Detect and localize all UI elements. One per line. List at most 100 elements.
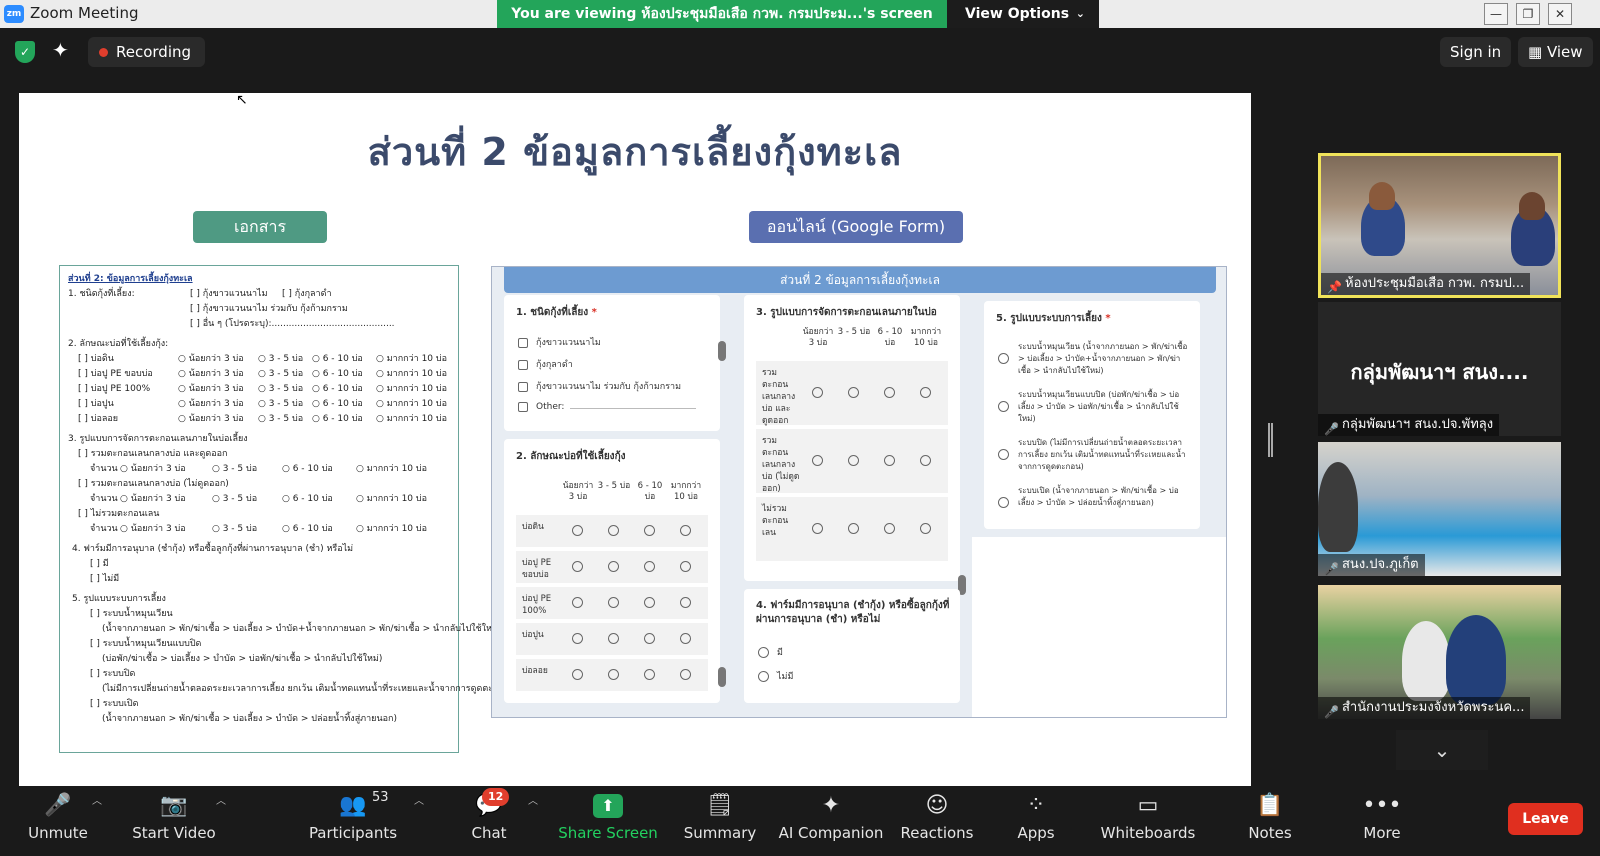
scroll-handle[interactable] <box>718 341 726 361</box>
apps-button[interactable]: ⁘ Apps <box>1008 786 1064 856</box>
gform-card-q4: 4. ฟาร์มมีการอนุบาล (ชำกุ้ง) หรือซื้อลูก… <box>744 589 960 703</box>
gform-checkbox-option[interactable]: กุ้งขาวแวนนาไม ร่วมกับ กุ้งก้ามกราม <box>518 379 681 393</box>
radio-icon[interactable] <box>608 669 619 680</box>
paper-scale-option: ○ น้อยกว่า 3 บ่อ <box>120 464 186 474</box>
gform-radio-option[interactable]: ระบบปิด (ไม่มีการเปลี่ยนถ่ายน้ำตลอดระยะเ… <box>998 437 1188 473</box>
whiteboards-button[interactable]: ▭ Whiteboards <box>1100 786 1196 856</box>
minimize-icon[interactable]: — <box>1484 3 1508 25</box>
radio-icon[interactable] <box>998 401 1009 412</box>
radio-icon[interactable] <box>572 525 583 536</box>
summary-button[interactable]: 🗒 Summary <box>680 786 760 856</box>
video-tile[interactable]: 🎤 สนง.ปจ.ภูเก็ต <box>1318 442 1561 576</box>
radio-icon[interactable] <box>608 597 619 608</box>
gform-checkbox-option[interactable]: กุ้งขาวแวนนาไม <box>518 335 601 349</box>
radio-icon[interactable] <box>998 353 1009 364</box>
unmute-button[interactable]: 🎤 Unmute <box>20 786 96 856</box>
radio-icon[interactable] <box>998 497 1009 508</box>
radio-icon[interactable] <box>680 561 691 572</box>
video-tile-active-speaker[interactable]: 📌 ห้องประชุมมือเสือ กวพ. กรมป... <box>1318 153 1561 298</box>
radio-icon[interactable] <box>608 525 619 536</box>
video-tile-no-video[interactable]: กลุ่มพัฒนาฯ สนง.... 🎤 กลุ่มพัฒนาฯ สนง.ปจ.… <box>1318 302 1561 436</box>
chevron-down-icon[interactable]: ⌄ <box>1396 730 1488 770</box>
radio-icon[interactable] <box>644 597 655 608</box>
paper-q2-row: [ ] บ่อปูน ○ น้อยกว่า 3 บ่อ ○ 3 - 5 บ่อ ○ 6… <box>68 397 450 412</box>
gform-checkbox-option[interactable]: Other: <box>518 401 697 412</box>
radio-icon[interactable] <box>680 597 691 608</box>
panel-resize-handle[interactable] <box>1268 423 1273 457</box>
gform-checkbox-option[interactable]: กุ้งกุลาดำ <box>518 357 573 371</box>
radio-icon[interactable] <box>572 633 583 644</box>
gform-radio-option[interactable]: ระบบน้ำหมุนเวียนแบบปิด (บ่อพัก/ฆ่าเชื้อ … <box>998 389 1188 425</box>
radio-icon[interactable] <box>608 633 619 644</box>
radio-icon[interactable] <box>812 523 823 534</box>
checkbox-icon[interactable] <box>518 337 528 348</box>
leave-button[interactable]: Leave <box>1508 803 1583 835</box>
checkbox-icon[interactable] <box>518 401 528 412</box>
checkbox-icon[interactable] <box>518 359 528 370</box>
restore-icon[interactable]: ❐ <box>1516 3 1540 25</box>
ai-companion-button[interactable]: ✦ AI Companion <box>778 786 884 856</box>
video-options-caret[interactable]: ︿ <box>210 786 230 856</box>
video-tile[interactable]: 🎤 สำนักงานประมงจังหวัดพระนค... <box>1318 585 1561 719</box>
radio-icon[interactable] <box>608 561 619 572</box>
radio-icon[interactable] <box>680 525 691 536</box>
radio-icon[interactable] <box>884 387 895 398</box>
sign-in-button[interactable]: Sign in <box>1440 37 1512 67</box>
gform-q5-title: 5. รูปแบบระบบการเลี้ยง <box>996 313 1102 324</box>
radio-icon[interactable] <box>884 455 895 466</box>
radio-icon[interactable] <box>812 387 823 398</box>
radio-icon[interactable] <box>812 455 823 466</box>
gform-radio-option[interactable]: ไม่มี <box>758 669 793 683</box>
other-text-input[interactable] <box>570 401 697 409</box>
radio-icon[interactable] <box>644 561 655 572</box>
chat-options-caret[interactable]: ︿ <box>522 786 542 856</box>
gform-option-label: กุ้งกุลาดำ <box>536 360 573 370</box>
gform-card-q2: 2. ลักษณะบ่อที่ใช้เลี้ยงกุ้ง น้อยกว่า 3 … <box>504 439 720 703</box>
chat-button[interactable]: 💬 Chat 12 <box>456 786 522 856</box>
gform-radio-option[interactable]: มี <box>758 645 783 659</box>
checkbox-icon[interactable] <box>518 381 528 392</box>
radio-icon[interactable] <box>998 449 1009 460</box>
radio-icon[interactable] <box>848 523 859 534</box>
more-button[interactable]: ••• More <box>1354 786 1410 856</box>
radio-icon[interactable] <box>680 633 691 644</box>
radio-icon[interactable] <box>644 669 655 680</box>
radio-icon[interactable] <box>572 669 583 680</box>
radio-icon[interactable] <box>884 523 895 534</box>
ai-sparkle-icon[interactable]: ✦ <box>52 38 69 62</box>
reactions-button[interactable]: ☺ Reactions <box>900 786 974 856</box>
grid-column-header: 6 - 10 บ่อ <box>637 481 663 502</box>
audio-options-caret[interactable]: ︿ <box>86 786 106 856</box>
meeting-toolbar: 🎤 Unmute ︿ 📷 Start Video ︿ 👥 Participant… <box>0 786 1600 856</box>
radio-icon[interactable] <box>572 561 583 572</box>
radio-icon[interactable] <box>920 387 931 398</box>
paper-scale-option: ○ มากกว่า 10 บ่อ <box>356 524 427 534</box>
radio-icon[interactable] <box>848 387 859 398</box>
start-video-button[interactable]: 📷 Start Video <box>128 786 220 856</box>
radio-icon[interactable] <box>920 523 931 534</box>
security-shield-icon[interactable]: ✓ <box>15 41 35 63</box>
gform-radio-option[interactable]: ระบบเปิด (น้ำจากภายนอก > พัก/ฆ่าเชื้อ > … <box>998 485 1188 509</box>
paper-q3-b: [ ] รวมตะกอนเลนกลางบ่อ (ไม่ดูดออก) <box>78 479 229 489</box>
radio-icon[interactable] <box>848 455 859 466</box>
gform-option-label: Other: <box>536 402 565 412</box>
gform-card-q3: 3. รูปแบบการจัดการตะกอนเลนภายในบ่อ น้อยก… <box>744 295 960 581</box>
participants-options-caret[interactable]: ︿ <box>408 786 428 856</box>
close-icon[interactable]: ✕ <box>1548 3 1572 25</box>
paper-q4-no: [ ] ไม่มี <box>90 574 120 584</box>
radio-icon[interactable] <box>758 671 769 682</box>
view-options-button[interactable]: View Options ⌄ <box>947 0 1099 28</box>
share-screen-button[interactable]: ⬆ Share Screen <box>558 786 658 856</box>
radio-icon[interactable] <box>644 525 655 536</box>
scroll-handle[interactable] <box>718 667 726 687</box>
gform-radio-option[interactable]: ระบบน้ำหมุนเวียน (น้ำจากภายนอก > พัก/ฆ่า… <box>998 341 1188 377</box>
radio-icon[interactable] <box>644 633 655 644</box>
recording-indicator[interactable]: Recording <box>88 37 206 67</box>
notes-button[interactable]: 📋 Notes <box>1242 786 1298 856</box>
radio-icon[interactable] <box>758 647 769 658</box>
view-button[interactable]: ▦ View <box>1518 37 1593 67</box>
radio-icon[interactable] <box>572 597 583 608</box>
radio-icon[interactable] <box>680 669 691 680</box>
participant-name: ห้องประชุมมือเสือ กวพ. กรมป... <box>1345 276 1525 291</box>
radio-icon[interactable] <box>920 455 931 466</box>
